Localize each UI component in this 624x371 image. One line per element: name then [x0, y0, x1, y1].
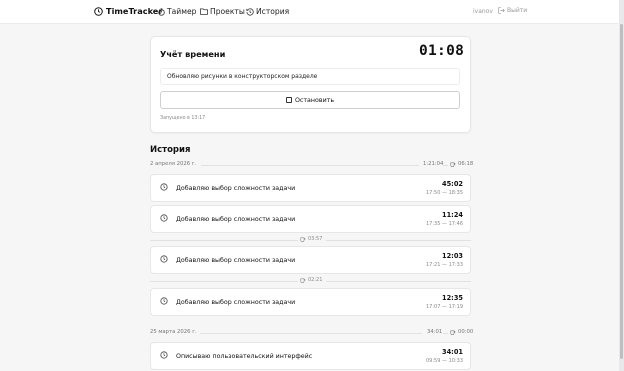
- coffee-cup-icon: [300, 237, 306, 242]
- entry-task: Добавляю выбор сложности задачи: [176, 257, 296, 264]
- divider: [326, 281, 471, 282]
- history-entry[interactable]: Добавляю выбор сложности задачи 12:03 17…: [150, 246, 471, 274]
- entry-duration: 12:35: [442, 294, 463, 302]
- coffee-cup-icon: [450, 330, 456, 335]
- logout-icon: [498, 7, 505, 14]
- page-scrollbar[interactable]: [619, 0, 624, 371]
- task-description-input[interactable]: Обновляю рисунки в конструкторском разде…: [160, 68, 460, 85]
- divider: [443, 333, 448, 334]
- entry-time-range: 17:50 — 18:35: [426, 190, 463, 196]
- nav-history[interactable]: История: [246, 7, 289, 16]
- divider: [150, 281, 298, 282]
- clock-icon: [160, 214, 168, 222]
- history-entry[interactable]: Добавляю выбор сложности задачи 11:24 17…: [150, 205, 471, 233]
- day-break-total: 00:00: [450, 329, 473, 335]
- timer-clock: 01:08: [419, 43, 465, 59]
- history-title: История: [150, 145, 191, 155]
- day-date: 2 апреля 2026 г.: [150, 161, 197, 167]
- brand-link[interactable]: TimeTracker: [94, 6, 162, 16]
- folder-icon: [200, 8, 208, 15]
- coffee-cup-icon: [450, 162, 456, 167]
- stop-button[interactable]: Остановить: [160, 91, 460, 109]
- day-total: 34:01: [427, 329, 443, 335]
- history-entry[interactable]: Добавляю выбор сложности задачи 45:02 17…: [150, 174, 471, 202]
- entry-time-range: 17:35 — 17:46: [426, 221, 463, 227]
- entry-duration: 34:01: [442, 348, 463, 356]
- history-entry[interactable]: Добавляю выбор сложности задачи 12:35 17…: [150, 288, 471, 316]
- clock-icon: [160, 351, 168, 359]
- entry-task: Добавляю выбор сложности задачи: [176, 299, 296, 306]
- entry-duration: 12:03: [442, 252, 463, 260]
- entry-duration: 11:24: [442, 211, 463, 219]
- app-header: TimeTracker Таймер Проекты История ivano…: [0, 0, 624, 24]
- clock-icon: [160, 297, 168, 305]
- clock-icon: [160, 255, 168, 263]
- logout-button[interactable]: Выйти: [498, 7, 527, 14]
- day-break-total: 06:18: [450, 161, 473, 167]
- history-icon: [246, 7, 254, 16]
- entry-time-range: 17:21 — 17:33: [426, 262, 463, 268]
- entry-task: Описываю пользовательский интерфейс: [176, 353, 313, 360]
- day-header: 2 апреля 2026 г. 1:21:04 06:18: [150, 161, 473, 169]
- day-break-total-label: 06:18: [458, 161, 474, 167]
- break-duration-label: 02:21: [308, 277, 323, 283]
- coffee-cup-icon: [300, 278, 306, 283]
- stop-button-label: Остановить: [294, 96, 335, 104]
- stop-square-icon: [285, 97, 292, 103]
- nav-projects-label: Проекты: [210, 7, 245, 16]
- clock-icon: [94, 6, 103, 16]
- divider: [150, 240, 298, 241]
- nav-timer-label: Таймер: [167, 7, 197, 16]
- history-entry[interactable]: Описываю пользовательский интерфейс 34:0…: [150, 342, 471, 370]
- stopwatch-icon: [158, 7, 165, 16]
- brand-label: TimeTracker: [106, 6, 163, 16]
- entry-time-range: 17:07 — 17:19: [426, 304, 463, 310]
- scrollbar-thumb[interactable]: [620, 24, 623, 359]
- day-break-total-label: 00:00: [458, 329, 474, 335]
- entry-duration: 45:02: [442, 180, 463, 188]
- logout-label: Выйти: [507, 7, 528, 14]
- entry-time-range: 09:59 — 10:33: [426, 358, 463, 364]
- nav-projects[interactable]: Проекты: [200, 7, 245, 16]
- user-name: ivanov: [473, 8, 493, 15]
- clock-icon: [160, 183, 168, 191]
- divider: [443, 165, 448, 166]
- break-duration-label: 03:57: [308, 236, 323, 242]
- entry-task: Добавляю выбор сложности задачи: [176, 216, 296, 223]
- started-at-text: Запущено в 13:17: [160, 116, 206, 121]
- divider: [200, 333, 422, 334]
- day-header: 25 марта 2026 г. 34:01 00:00: [150, 329, 473, 337]
- break-duration: 03:57: [300, 236, 322, 242]
- day-total: 1:21:04: [423, 161, 444, 167]
- day-date: 25 марта 2026 г.: [150, 329, 197, 335]
- divider: [201, 165, 419, 166]
- nav-history-label: История: [256, 7, 290, 16]
- divider: [326, 240, 471, 241]
- break-separator: 03:57: [150, 236, 471, 244]
- break-separator: 02:21: [150, 277, 471, 285]
- entry-task: Добавляю выбор сложности задачи: [176, 185, 296, 192]
- break-duration: 02:21: [300, 277, 322, 283]
- nav-timer[interactable]: Таймер: [158, 7, 196, 16]
- timer-card-title: Учёт времени: [160, 49, 226, 59]
